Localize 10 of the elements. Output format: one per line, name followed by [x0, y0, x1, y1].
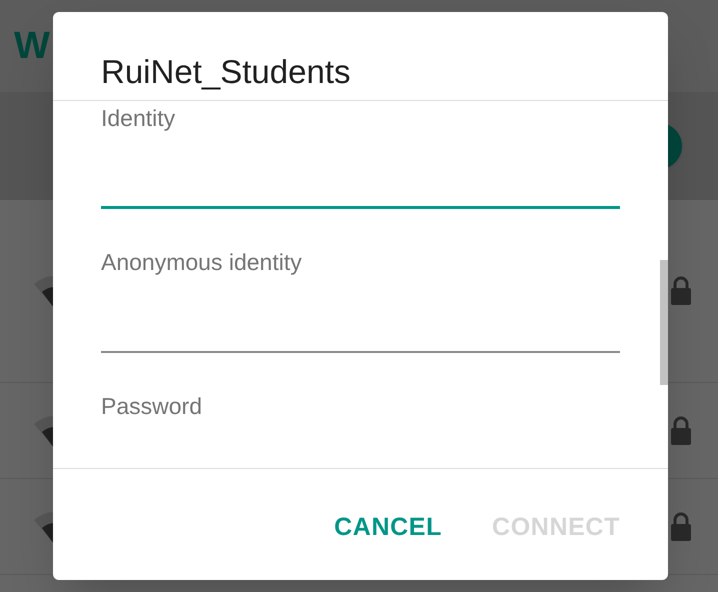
dialog-button[interactable]: CANCEL — [322, 500, 454, 554]
scrollbar[interactable] — [660, 260, 668, 385]
field-label: Anonymous identity — [101, 248, 303, 276]
dialog-title: RuiNet_Students — [101, 52, 350, 92]
lock-icon — [670, 512, 692, 542]
field-label: Password — [101, 392, 203, 420]
lock-icon — [670, 416, 692, 446]
field-label: Identity — [101, 104, 176, 132]
screen-title: W — [14, 24, 50, 68]
lock-icon — [670, 276, 692, 306]
